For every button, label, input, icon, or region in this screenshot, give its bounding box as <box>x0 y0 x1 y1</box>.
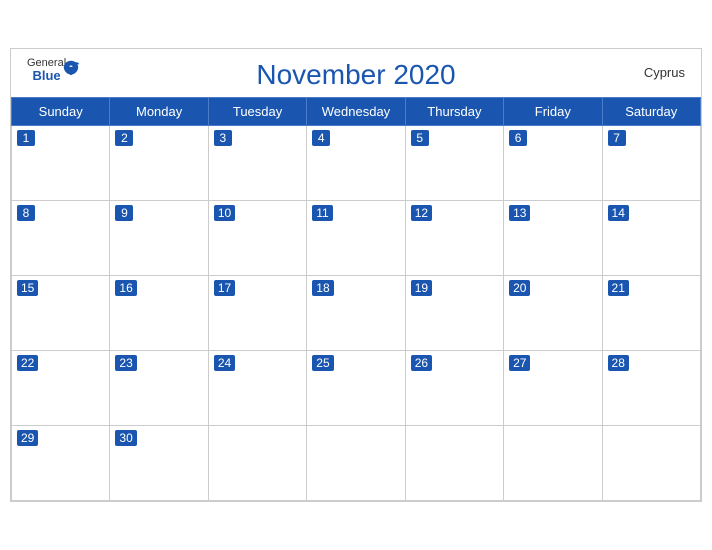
date-number: 17 <box>214 280 235 296</box>
calendar-day-cell: 9 <box>110 201 208 276</box>
date-number: 14 <box>608 205 629 221</box>
calendar-day-cell: 22 <box>12 351 110 426</box>
calendar-week-row: 15 16 17 18 19 20 21 <box>12 276 701 351</box>
calendar-title: November 2020 <box>256 59 455 91</box>
header-thursday: Thursday <box>405 98 503 126</box>
calendar-day-cell: 8 <box>12 201 110 276</box>
header-wednesday: Wednesday <box>307 98 405 126</box>
date-number: 30 <box>115 430 136 446</box>
calendar-day-cell: 29 <box>12 426 110 501</box>
calendar-day-cell: 2 <box>110 126 208 201</box>
calendar-day-cell <box>504 426 602 501</box>
calendar-day-cell: 15 <box>12 276 110 351</box>
calendar-day-cell: 1 <box>12 126 110 201</box>
date-number: 25 <box>312 355 333 371</box>
date-number: 26 <box>411 355 432 371</box>
date-number: 6 <box>509 130 527 146</box>
date-number: 1 <box>17 130 35 146</box>
calendar-week-row: 29 30 <box>12 426 701 501</box>
calendar: General Blue November 2020 Cyprus Sunday… <box>10 48 702 502</box>
calendar-day-cell: 21 <box>602 276 700 351</box>
calendar-day-cell <box>602 426 700 501</box>
date-number: 27 <box>509 355 530 371</box>
date-number: 4 <box>312 130 330 146</box>
header-friday: Friday <box>504 98 602 126</box>
calendar-day-cell: 20 <box>504 276 602 351</box>
date-number: 22 <box>17 355 38 371</box>
weekday-header-row: Sunday Monday Tuesday Wednesday Thursday… <box>12 98 701 126</box>
calendar-day-cell: 10 <box>208 201 306 276</box>
calendar-day-cell: 18 <box>307 276 405 351</box>
calendar-day-cell: 27 <box>504 351 602 426</box>
calendar-week-row: 22 23 24 25 26 27 28 <box>12 351 701 426</box>
calendar-day-cell: 13 <box>504 201 602 276</box>
date-number: 18 <box>312 280 333 296</box>
date-number: 10 <box>214 205 235 221</box>
date-number: 3 <box>214 130 232 146</box>
calendar-day-cell: 30 <box>110 426 208 501</box>
logo-bird-icon <box>62 59 80 82</box>
header-monday: Monday <box>110 98 208 126</box>
calendar-day-cell: 6 <box>504 126 602 201</box>
country-label: Cyprus <box>644 65 685 80</box>
date-number: 9 <box>115 205 133 221</box>
date-number: 5 <box>411 130 429 146</box>
date-number: 19 <box>411 280 432 296</box>
logo-blue-text: Blue <box>32 69 60 82</box>
header-sunday: Sunday <box>12 98 110 126</box>
calendar-day-cell: 25 <box>307 351 405 426</box>
calendar-day-cell: 28 <box>602 351 700 426</box>
date-number: 2 <box>115 130 133 146</box>
calendar-header: General Blue November 2020 Cyprus <box>11 49 701 97</box>
header-saturday: Saturday <box>602 98 700 126</box>
date-number: 23 <box>115 355 136 371</box>
calendar-week-row: 1 2 3 4 5 6 7 <box>12 126 701 201</box>
date-number: 28 <box>608 355 629 371</box>
calendar-day-cell: 7 <box>602 126 700 201</box>
calendar-day-cell: 3 <box>208 126 306 201</box>
calendar-day-cell: 14 <box>602 201 700 276</box>
logo: General Blue <box>27 57 66 82</box>
calendar-day-cell: 11 <box>307 201 405 276</box>
calendar-day-cell <box>405 426 503 501</box>
calendar-day-cell: 26 <box>405 351 503 426</box>
calendar-day-cell: 5 <box>405 126 503 201</box>
date-number: 8 <box>17 205 35 221</box>
date-number: 13 <box>509 205 530 221</box>
calendar-day-cell: 17 <box>208 276 306 351</box>
date-number: 11 <box>312 205 332 221</box>
date-number: 16 <box>115 280 136 296</box>
date-number: 20 <box>509 280 530 296</box>
calendar-day-cell: 24 <box>208 351 306 426</box>
calendar-day-cell: 12 <box>405 201 503 276</box>
calendar-day-cell <box>307 426 405 501</box>
date-number: 29 <box>17 430 38 446</box>
date-number: 7 <box>608 130 626 146</box>
calendar-day-cell: 16 <box>110 276 208 351</box>
calendar-day-cell: 19 <box>405 276 503 351</box>
calendar-table: Sunday Monday Tuesday Wednesday Thursday… <box>11 97 701 501</box>
date-number: 15 <box>17 280 38 296</box>
calendar-day-cell <box>208 426 306 501</box>
date-number: 21 <box>608 280 629 296</box>
date-number: 12 <box>411 205 432 221</box>
calendar-day-cell: 23 <box>110 351 208 426</box>
header-tuesday: Tuesday <box>208 98 306 126</box>
calendar-week-row: 8 9 10 11 12 13 14 <box>12 201 701 276</box>
date-number: 24 <box>214 355 235 371</box>
calendar-day-cell: 4 <box>307 126 405 201</box>
